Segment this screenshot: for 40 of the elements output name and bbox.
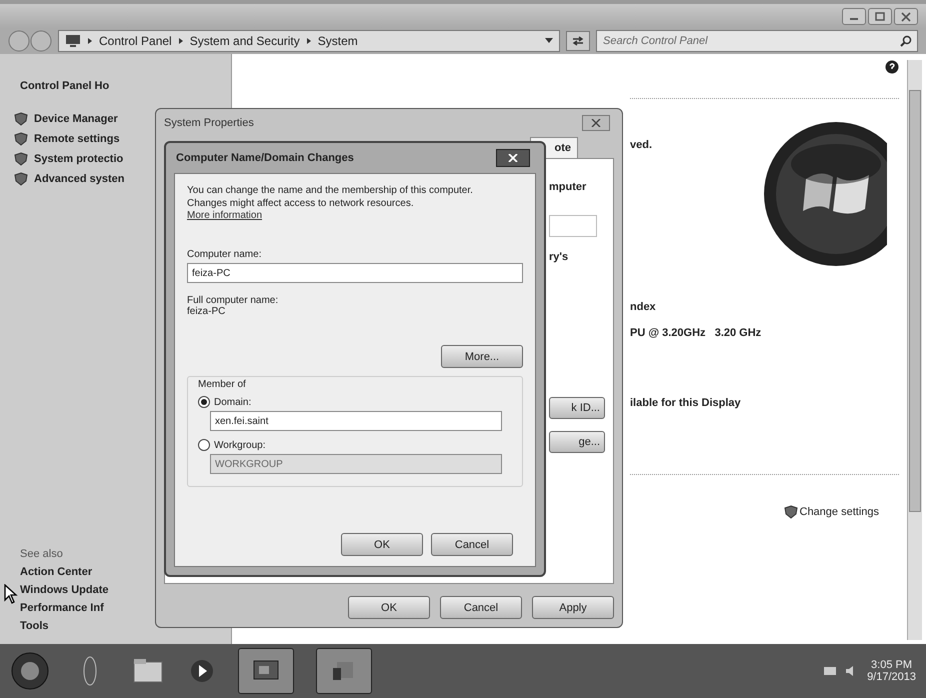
- content-text: ndex: [630, 301, 657, 313]
- sidebar-link[interactable]: Advanced systen: [34, 173, 124, 185]
- dialog-button[interactable]: OK: [341, 533, 423, 556]
- field-label: Full computer name:: [187, 295, 280, 306]
- group-title: Member of: [198, 379, 247, 390]
- computer-name-field[interactable]: feiza-PC: [187, 263, 523, 283]
- panel-button[interactable]: ge...: [549, 431, 605, 454]
- dialog-title: Computer Name/Domain Changes: [176, 152, 354, 164]
- content-text: PU @ 3.20GHz 3.20 GHz: [630, 327, 762, 339]
- content-text: ilable for this Display: [630, 397, 742, 409]
- clock-date: 9/17/2013: [867, 671, 916, 683]
- search-field[interactable]: Search Control Panel: [596, 30, 918, 52]
- more-button[interactable]: More...: [441, 345, 523, 368]
- content-text: ved.: [630, 139, 654, 151]
- panel-text: ry's: [549, 251, 568, 264]
- breadcrumb-item[interactable]: Control Panel: [99, 34, 172, 48]
- panel-text: mputer: [549, 181, 586, 194]
- dialog-button[interactable]: Cancel: [431, 533, 513, 556]
- breadcrumb-item[interactable]: System and Security: [190, 34, 300, 48]
- see-also-heading: See also: [20, 548, 64, 560]
- panel-button[interactable]: k ID...: [549, 397, 605, 420]
- full-name-text: feiza-PC: [187, 306, 226, 317]
- text-field[interactable]: xen.fei.saint: [210, 411, 502, 431]
- description-text: You can change the name and the membership of this computer. Changes might affect access to network resources.: [187, 184, 474, 210]
- dialog-button[interactable]: Apply: [532, 596, 614, 619]
- sidebar-link[interactable]: Control Panel Ho: [20, 80, 231, 92]
- radio-label: Domain:: [214, 396, 252, 408]
- dialog-title: System Properties: [164, 116, 254, 129]
- breadcrumb-item[interactable]: System: [318, 34, 358, 48]
- sidebar-link[interactable]: System protectio: [34, 153, 124, 165]
- address-bar[interactable]: Control Panel System and Security System: [58, 30, 560, 52]
- radio-label: Workgroup:: [214, 440, 266, 450]
- dialog-button[interactable]: Cancel: [440, 596, 522, 619]
- more-information-link[interactable]: More information: [187, 210, 262, 221]
- change-settings-link[interactable]: Change settings: [784, 505, 879, 519]
- sidebar-link[interactable]: Remote settings: [34, 133, 120, 145]
- sidebar-link[interactable]: Device Manager: [34, 113, 118, 125]
- field-label: Computer name:: [187, 249, 262, 260]
- dialog-button[interactable]: OK: [348, 596, 430, 619]
- clock-time: 3:05 PM: [871, 659, 912, 671]
